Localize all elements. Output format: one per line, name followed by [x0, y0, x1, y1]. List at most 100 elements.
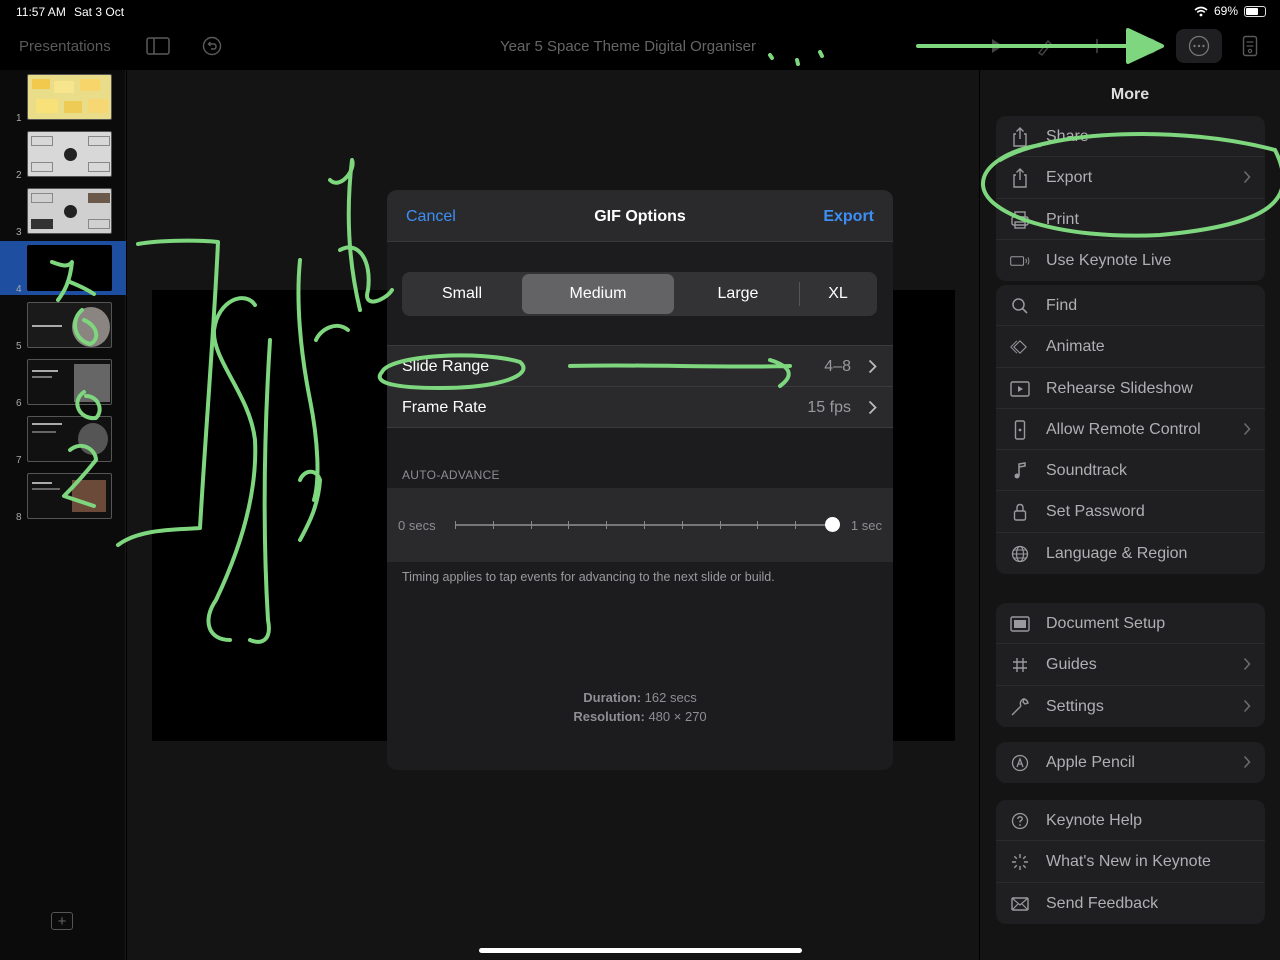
slide-preview	[27, 302, 112, 348]
undo-icon[interactable]	[200, 36, 224, 56]
slide-thumbnail-1[interactable]: 1	[0, 70, 126, 124]
wrench-icon	[1010, 697, 1030, 717]
document-icon[interactable]	[1238, 35, 1262, 57]
share-icon	[1010, 127, 1030, 147]
menu-item-label: Keynote Help	[1046, 812, 1143, 829]
print-icon	[1010, 210, 1030, 230]
menu-item-set-password[interactable]: Set Password	[996, 491, 1265, 533]
slide-thumbnail-7[interactable]: 7	[0, 412, 126, 466]
menu-item-label: Export	[1046, 169, 1093, 187]
sparkle-icon	[1010, 852, 1030, 872]
more-panel-title: More	[1110, 86, 1150, 103]
plus-icon: +	[57, 912, 67, 930]
slide-preview	[27, 359, 112, 405]
slider-tick	[492, 521, 494, 529]
remote-icon	[1010, 420, 1030, 440]
slide-thumbnail-2[interactable]: 2	[0, 127, 126, 181]
format-brush-icon[interactable]	[1033, 36, 1057, 56]
size-small-segment[interactable]: Small	[404, 274, 520, 314]
menu-item-label: Settings	[1046, 697, 1104, 715]
slider-tick	[795, 521, 797, 529]
menu-item-label: Animate	[1046, 338, 1105, 356]
menu-item-print[interactable]: Print	[996, 199, 1265, 240]
help-icon	[1010, 811, 1030, 831]
menu-item-label: Allow Remote Control	[1046, 420, 1201, 438]
menu-item-share[interactable]: Share	[996, 116, 1265, 158]
size-large-segment[interactable]: Large	[676, 274, 800, 314]
chevron-right-icon	[1243, 657, 1251, 676]
mail-icon	[1010, 894, 1030, 914]
menu-item-what-s-new-in-keynote[interactable]: What's New in Keynote	[996, 841, 1265, 883]
chevron-right-icon	[868, 400, 877, 415]
menu-item-apple-pencil[interactable]: Apple Pencil	[996, 742, 1265, 783]
menu-item-send-feedback[interactable]: Send Feedback	[996, 883, 1265, 924]
frame-rate-row[interactable]: Frame Rate 15 fps	[387, 387, 893, 428]
menu-item-label: Language & Region	[1046, 544, 1188, 562]
lock-icon	[1010, 502, 1030, 522]
menu-item-keynote-help[interactable]: Keynote Help	[996, 800, 1265, 842]
menu-item-animate[interactable]: Animate	[996, 326, 1265, 368]
presentations-button[interactable]: Presentations	[19, 38, 111, 55]
frame-rate-value: 15 fps	[807, 399, 851, 416]
slide-thumbnail-4[interactable]: 4	[0, 241, 126, 295]
frame-rate-label: Frame Rate	[402, 399, 487, 416]
menu-item-label: Use Keynote Live	[1046, 251, 1172, 269]
slide-thumbnail-5[interactable]: 5	[0, 298, 126, 352]
size-medium-segment[interactable]: Medium	[522, 274, 674, 314]
play-icon	[1010, 379, 1030, 399]
menu-group: Apple Pencil	[996, 742, 1265, 784]
size-xl-segment[interactable]: XL	[801, 274, 875, 314]
menu-item-find[interactable]: Find	[996, 285, 1265, 327]
slide-thumbnail-3[interactable]: 3	[0, 184, 126, 238]
menu-item-use-keynote-live[interactable]: Use Keynote Live	[996, 240, 1265, 281]
menu-item-settings[interactable]: Settings	[996, 686, 1265, 727]
duration-label: Duration:	[583, 690, 642, 705]
menu-item-language-and-region[interactable]: Language & Region	[996, 533, 1265, 574]
keynote-live-icon	[1010, 251, 1030, 271]
export-button[interactable]: Export	[823, 208, 874, 226]
wifi-icon	[1194, 6, 1208, 16]
menu-item-guides[interactable]: Guides	[996, 644, 1265, 686]
menu-item-label: Apple Pencil	[1046, 754, 1135, 771]
resolution-label: Resolution:	[573, 709, 645, 724]
slide-range-row[interactable]: Slide Range 4–8	[387, 346, 893, 387]
pencil-icon	[1010, 753, 1030, 773]
slider-max-label: 1 sec	[850, 518, 882, 533]
play-icon[interactable]	[985, 36, 1009, 56]
slide-preview	[27, 473, 112, 519]
slide-preview	[27, 74, 112, 120]
auto-advance-header: AUTO-ADVANCE	[402, 468, 500, 482]
menu-item-label: Guides	[1046, 656, 1097, 674]
slider-tick	[455, 521, 456, 529]
slider-knob[interactable]	[825, 517, 840, 532]
slider-min-label: 0 secs	[398, 518, 436, 533]
auto-advance-slider[interactable]	[455, 521, 834, 529]
add-slide-button[interactable]: +	[51, 912, 73, 930]
more-button[interactable]	[1176, 29, 1222, 63]
size-segmented-control: Small Medium Large XL	[402, 272, 877, 316]
battery-icon	[1244, 5, 1266, 17]
slider-tick	[568, 521, 570, 529]
menu-item-allow-remote-control[interactable]: Allow Remote Control	[996, 409, 1265, 451]
collaborate-icon[interactable]	[1138, 36, 1162, 56]
slide-thumbnail-6[interactable]: 6	[0, 355, 126, 409]
menu-item-soundtrack[interactable]: Soundtrack	[996, 450, 1265, 492]
menu-item-label: Soundtrack	[1046, 462, 1127, 480]
add-object-icon[interactable]	[1085, 36, 1109, 56]
grid-icon	[1010, 655, 1030, 675]
slide-thumbnail-8[interactable]: 8	[0, 469, 126, 523]
slider-tick	[530, 521, 532, 529]
menu-group: Keynote Help What's New in Keynote Send Fe…	[996, 800, 1265, 924]
menu-item-export[interactable]: Export	[996, 157, 1265, 199]
menu-item-rehearse-slideshow[interactable]: Rehearse Slideshow	[996, 368, 1265, 409]
document-title: Year 5 Space Theme Digital Organiser	[500, 38, 756, 55]
sidebar-toggle-icon[interactable]	[146, 36, 170, 56]
menu-group: Share Export Print Use Keynote Live	[996, 116, 1265, 282]
slide-preview	[27, 416, 112, 462]
home-indicator[interactable]	[479, 948, 802, 953]
menu-item-document-setup[interactable]: Document Setup	[996, 603, 1265, 645]
more-icon	[1188, 35, 1210, 57]
slide-navigator: 1 2 3 4 5 6 7 8 +	[0, 70, 126, 960]
animate-icon	[1010, 337, 1030, 357]
resolution-info: Resolution: 480 × 270	[387, 709, 893, 724]
